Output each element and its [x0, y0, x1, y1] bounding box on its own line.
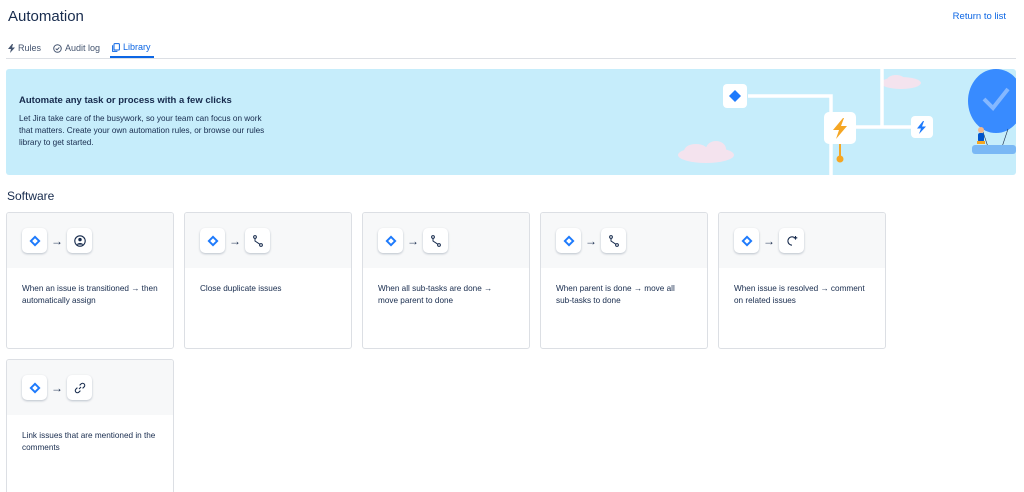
transition-icon [423, 228, 448, 253]
page-title: Automation [8, 8, 84, 25]
arrow-right-icon: → [229, 233, 241, 248]
user-circle-icon [67, 228, 92, 253]
template-card[interactable]: → When all sub-tasks are done → move par… [362, 212, 530, 349]
template-card[interactable]: → Link issues that are mentioned in the … [6, 359, 174, 492]
template-description: When parent is done → move all sub-tasks… [556, 284, 675, 305]
template-description: Close duplicate issues [200, 284, 282, 293]
banner-heading: Automate any task or process with a few … [19, 95, 232, 106]
trigger-diamond-icon [734, 228, 759, 253]
tab-label: Audit log [65, 43, 101, 53]
transition-icon [245, 228, 270, 253]
tab-rules[interactable]: Rules [6, 43, 44, 58]
trigger-diamond-icon [22, 228, 47, 253]
template-description: When an issue is transitioned → then aut… [22, 284, 158, 305]
section-title: Software [7, 189, 55, 203]
link-icon [67, 375, 92, 400]
transition-icon [601, 228, 626, 253]
template-description: When all sub-tasks are done → move paren… [378, 284, 493, 305]
lightning-icon [8, 43, 15, 53]
tab-bar: Rules Audit log Library [6, 42, 1016, 59]
trigger-diamond-icon [22, 375, 47, 400]
tab-label: Library [123, 42, 151, 52]
template-description: Link issues that are mentioned in the co… [22, 431, 156, 452]
card-icon-row: → [363, 213, 529, 268]
card-icon-row: → [541, 213, 707, 268]
template-card[interactable]: → Close duplicate issues [184, 212, 352, 349]
template-card[interactable]: → When issue is resolved → comment on re… [718, 212, 886, 349]
intro-banner: Automate any task or process with a few … [6, 69, 1016, 175]
arrow-right-icon: → [407, 233, 419, 248]
tab-audit-log[interactable]: Audit log [51, 43, 103, 58]
arrow-right-icon: → [51, 380, 63, 395]
trigger-diamond-icon [556, 228, 581, 253]
tab-library[interactable]: Library [110, 42, 154, 58]
card-icon-row: → [185, 213, 351, 268]
trigger-diamond-icon [378, 228, 403, 253]
template-card[interactable]: → When parent is done → move all sub-tas… [540, 212, 708, 349]
return-to-list-link[interactable]: Return to list [953, 11, 1006, 22]
copy-icon [112, 42, 120, 52]
comment-add-icon [779, 228, 804, 253]
tab-label: Rules [18, 43, 42, 53]
template-description: When issue is resolved → comment on rela… [734, 284, 865, 305]
trigger-diamond-icon [200, 228, 225, 253]
check-circle-icon [53, 43, 62, 53]
arrow-right-icon: → [585, 233, 597, 248]
template-card[interactable]: → When an issue is transitioned → then a… [6, 212, 174, 349]
banner-text: Let Jira take care of the busywork, so y… [19, 114, 265, 147]
automation-illustration [678, 69, 1016, 175]
card-icon-row: → [719, 213, 885, 268]
card-icon-row: → [7, 213, 173, 268]
arrow-right-icon: → [763, 233, 775, 248]
arrow-right-icon: → [51, 233, 63, 248]
card-icon-row: → [7, 360, 173, 415]
